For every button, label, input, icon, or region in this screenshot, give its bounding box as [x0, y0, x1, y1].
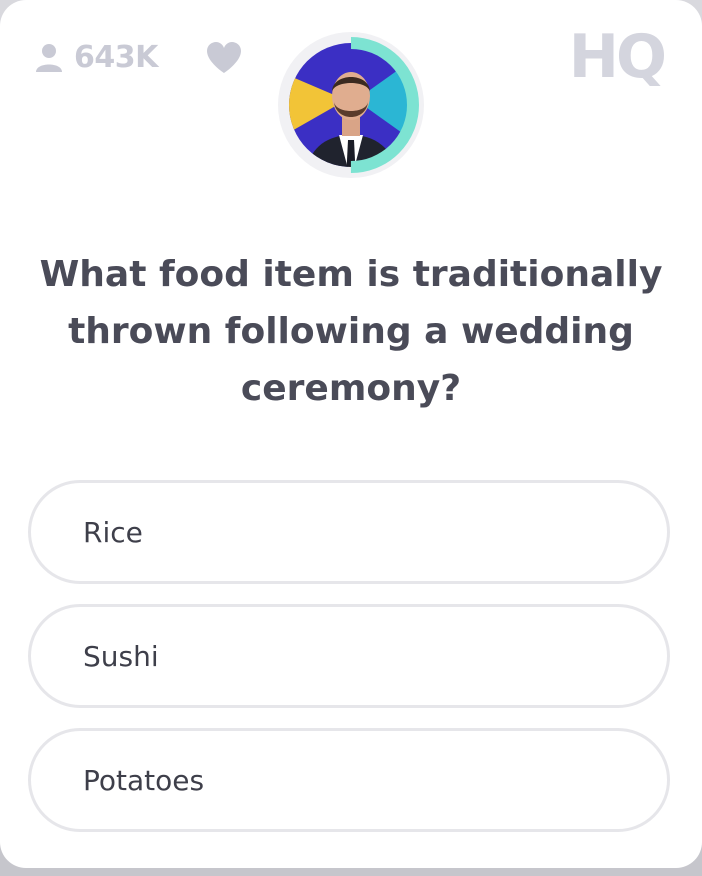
- hq-logo: HQ: [568, 22, 667, 92]
- answer-label: Rice: [83, 515, 143, 549]
- answer-label: Potatoes: [83, 763, 205, 797]
- host-avatar: [289, 43, 413, 167]
- question-card: 643K HQ What food item is traditionally …: [0, 0, 702, 868]
- answer-list: Rice Sushi Potatoes: [28, 480, 670, 852]
- viewer-count: 643K: [34, 40, 158, 75]
- heart-icon[interactable]: [205, 41, 243, 75]
- top-bar: 643K HQ: [0, 0, 702, 190]
- host-video-timer: [278, 32, 424, 178]
- answer-option-1[interactable]: Rice: [28, 480, 670, 584]
- answer-option-2[interactable]: Sushi: [28, 604, 670, 708]
- question-text: What food item is traditionally thrown f…: [39, 254, 663, 409]
- answer-label: Sushi: [83, 639, 159, 673]
- person-icon: [36, 43, 62, 72]
- viewer-count-value: 643K: [74, 40, 158, 75]
- answer-option-3[interactable]: Potatoes: [28, 728, 670, 832]
